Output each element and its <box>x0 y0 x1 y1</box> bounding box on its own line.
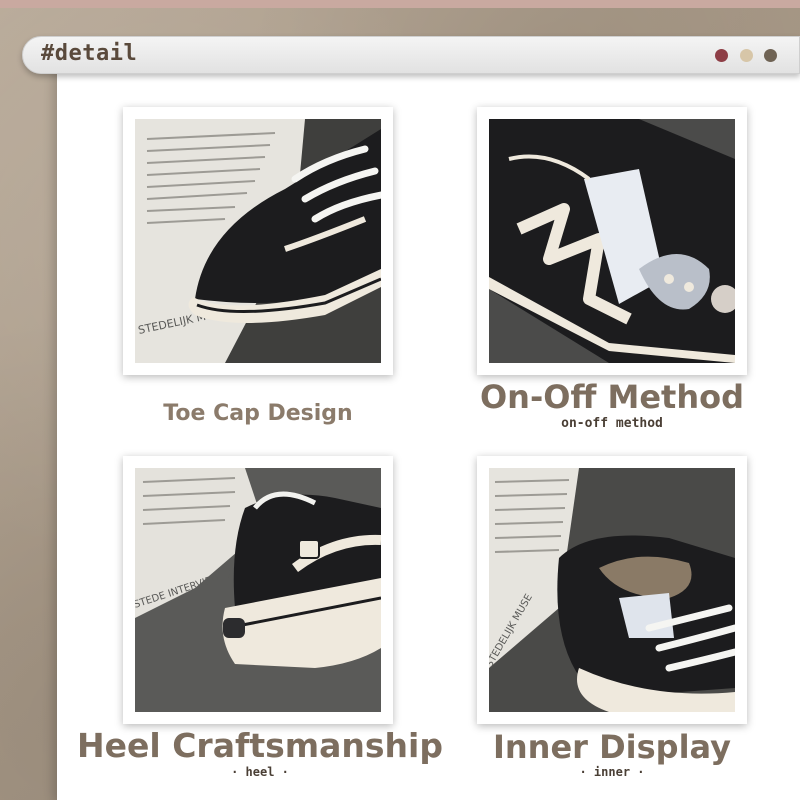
window-dot-red[interactable] <box>715 49 728 62</box>
caption-toe-cap: Toe Cap Design <box>163 401 353 426</box>
caption-on-off: On-Off Method <box>479 378 745 416</box>
photo-card-toe-cap: STEDELIJK MUSE <box>123 107 393 375</box>
photo-card-on-off <box>477 107 747 375</box>
photo-card-heel: STEDE INTERVIEW STE <box>123 456 393 724</box>
window-title: #detail <box>41 41 138 66</box>
caption-heel: Heel Craftsmanship <box>77 726 443 765</box>
shoe-heel-photo: STEDE INTERVIEW STE <box>135 468 381 712</box>
window-title-bar: #detail <box>22 36 800 74</box>
shoe-inner-photo: STEDELIJK MUSE <box>489 468 735 712</box>
subcaption-heel: · heel · <box>231 765 289 779</box>
window-dot-beige[interactable] <box>740 49 753 62</box>
shoe-strap-photo <box>489 119 735 363</box>
top-strip <box>0 0 800 8</box>
shoe-toe-cap-photo: STEDELIJK MUSE <box>135 119 381 363</box>
caption-inner: Inner Display <box>492 728 731 766</box>
photo-card-inner: STEDELIJK MUSE <box>477 456 747 724</box>
window-dot-brown[interactable] <box>764 49 777 62</box>
subcaption-inner: · inner · <box>579 765 645 779</box>
subcaption-on-off: on-off method <box>561 416 663 431</box>
